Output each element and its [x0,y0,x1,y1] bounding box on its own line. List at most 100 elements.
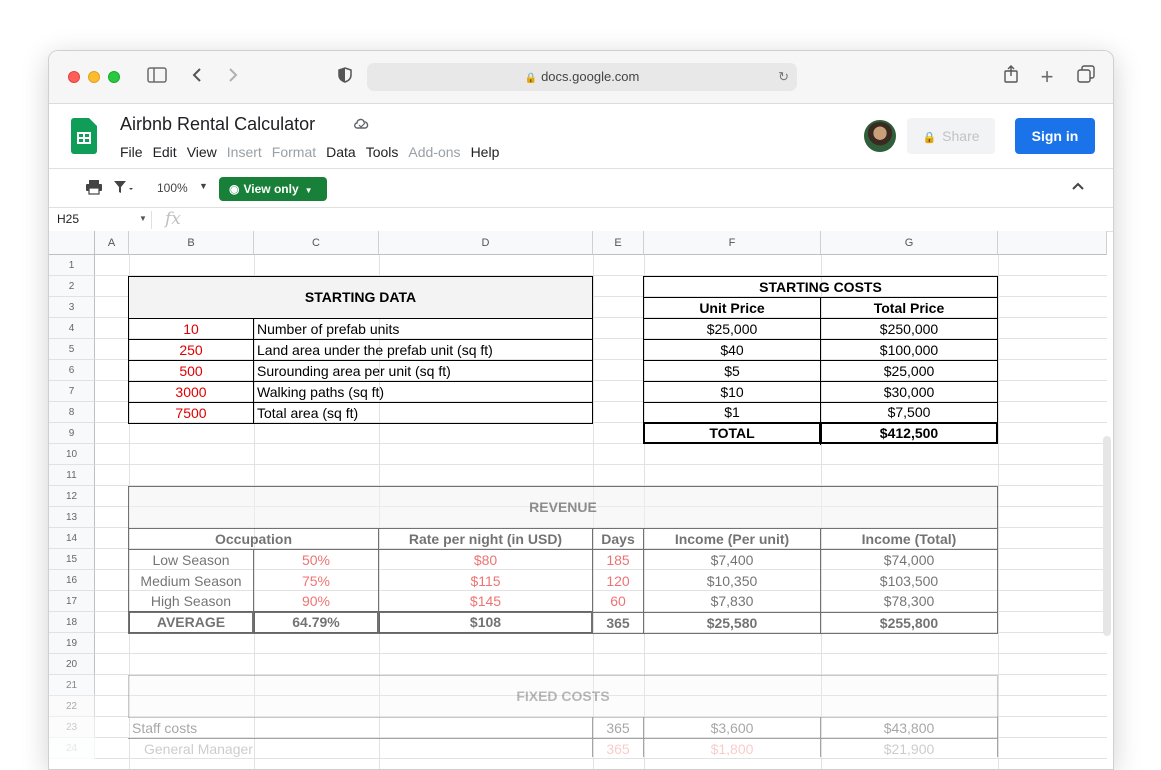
filter-icon[interactable] [113,179,135,198]
starting-label[interactable]: Walking paths (sq ft) [254,382,592,402]
days-value[interactable]: 120 [593,571,643,591]
average-rate[interactable]: $108 [379,612,592,632]
starting-label[interactable]: Number of prefab units [254,319,592,339]
column-header-b[interactable]: B [129,231,254,255]
total-income[interactable]: $255,800 [821,613,997,633]
view-only-button[interactable]: ◉ View only ▼ [219,177,327,201]
row-header-16[interactable]: 16 [49,570,95,591]
name-box[interactable]: H25 [57,212,79,226]
starting-label[interactable]: Total area (sq ft) [254,403,592,423]
zoom-window-button[interactable] [108,71,120,83]
collapse-toolbar-icon[interactable] [1071,178,1085,194]
row-header-12[interactable]: 12 [49,486,95,507]
row-header-3[interactable]: 3 [49,297,95,318]
fixed-cost-label[interactable]: General Manager [141,739,441,759]
column-header-f[interactable]: F [644,231,821,255]
income-total-value[interactable]: $103,500 [821,571,997,591]
column-header-a[interactable]: A [95,231,129,255]
total-price-cell[interactable]: $100,000 [821,340,997,360]
menu-edit[interactable]: Edit [153,144,177,160]
forward-icon[interactable] [223,65,243,89]
cloud-status-icon[interactable] [353,116,371,135]
rate-value[interactable]: $80 [379,550,592,570]
income-total-value[interactable]: $74,000 [821,550,997,570]
fixed-cost-days[interactable]: 365 [593,718,643,738]
fixed-cost-label[interactable]: Staff costs [129,718,429,738]
days-value[interactable]: 185 [593,550,643,570]
row-header-21[interactable]: 21 [49,675,95,696]
row-header-6[interactable]: 6 [49,360,95,381]
column-header-g[interactable]: G [821,231,998,255]
row-header-11[interactable]: 11 [49,465,95,486]
menu-file[interactable]: File [120,144,143,160]
occupation-value[interactable]: 75% [254,571,378,591]
row-header-14[interactable]: 14 [49,528,95,549]
fixed-cost-days[interactable]: 365 [593,739,643,759]
total-days[interactable]: 365 [593,613,643,633]
print-icon[interactable] [85,179,103,198]
row-header-1[interactable]: 1 [49,255,95,276]
occupation-value[interactable]: 50% [254,550,378,570]
chevron-down-icon[interactable]: ▼ [139,214,147,223]
back-icon[interactable] [187,65,207,89]
total-price-cell[interactable]: $30,000 [821,382,997,402]
row-header-17[interactable]: 17 [49,591,95,612]
occupation-value[interactable]: 90% [254,591,378,611]
unit-price-cell[interactable]: $1 [644,402,820,422]
privacy-shield-icon[interactable] [335,65,355,89]
column-header-h[interactable] [998,231,1107,255]
menu-view[interactable]: View [187,144,217,160]
income-per-unit-value[interactable]: $7,830 [644,591,820,611]
total-income-per-unit[interactable]: $25,580 [644,613,820,633]
income-per-unit-value[interactable]: $7,400 [644,550,820,570]
unit-price-cell[interactable]: $25,000 [644,319,820,339]
row-header-4[interactable]: 4 [49,318,95,339]
column-header-d[interactable]: D [379,231,593,255]
avatar[interactable] [864,120,896,152]
close-window-button[interactable] [68,71,80,83]
unit-price-cell[interactable]: $40 [644,340,820,360]
rate-value[interactable]: $145 [379,591,592,611]
sign-in-button[interactable]: Sign in [1015,118,1095,154]
income-total-value[interactable]: $78,300 [821,591,997,611]
unit-price-cell[interactable]: $5 [644,361,820,381]
spreadsheet-grid[interactable]: A B C D E F G 1 2 3 4 5 6 7 8 9 10 11 12 13 14 15 16 17 1… [49,231,1113,769]
column-header-e[interactable]: E [593,231,644,255]
row-header-9[interactable]: 9 [49,423,95,444]
vertical-scrollbar[interactable] [1103,436,1111,636]
total-price-cell[interactable]: $250,000 [821,319,997,339]
row-header-24[interactable]: 24 [49,738,95,759]
row-header-7[interactable]: 7 [49,381,95,402]
column-header-c[interactable]: C [254,231,379,255]
average-occupation[interactable]: 64.79% [254,612,378,632]
share-button[interactable]: 🔒 Share [907,118,995,154]
starting-value[interactable]: 3000 [129,382,253,402]
unit-price-cell[interactable]: $10 [644,382,820,402]
fixed-cost-total[interactable]: $21,900 [821,739,997,759]
row-header-23[interactable]: 23 [49,717,95,738]
days-value[interactable]: 60 [593,591,643,611]
zoom-select[interactable]: 100% [157,181,188,195]
row-header-8[interactable]: 8 [49,402,95,423]
menu-data[interactable]: Data [326,144,356,160]
starting-value[interactable]: 10 [129,319,253,339]
fixed-cost-total[interactable]: $43,800 [821,718,997,738]
menu-format[interactable]: Format [272,144,316,160]
tabs-overview-icon[interactable] [1075,65,1097,89]
row-header-20[interactable]: 20 [49,654,95,675]
fixed-cost-per-unit[interactable]: $1,800 [644,739,820,759]
share-page-icon[interactable] [1001,65,1021,89]
starting-value[interactable]: 250 [129,340,253,360]
income-per-unit-value[interactable]: $10,350 [644,571,820,591]
reload-icon[interactable]: ↻ [778,63,789,91]
sidebar-icon[interactable] [145,65,169,89]
new-tab-icon[interactable]: + [1037,65,1057,89]
fixed-cost-per-unit[interactable]: $3,600 [644,718,820,738]
chevron-down-icon[interactable]: ▼ [199,181,208,191]
starting-label[interactable]: Surounding area per unit (sq ft) [254,361,592,381]
menu-add-ons[interactable]: Add-ons [408,144,460,160]
row-header-18[interactable]: 18 [49,612,95,633]
starting-label[interactable]: Land area under the prefab unit (sq ft) [254,340,592,360]
menu-tools[interactable]: Tools [366,144,399,160]
select-all-corner[interactable] [49,231,95,255]
